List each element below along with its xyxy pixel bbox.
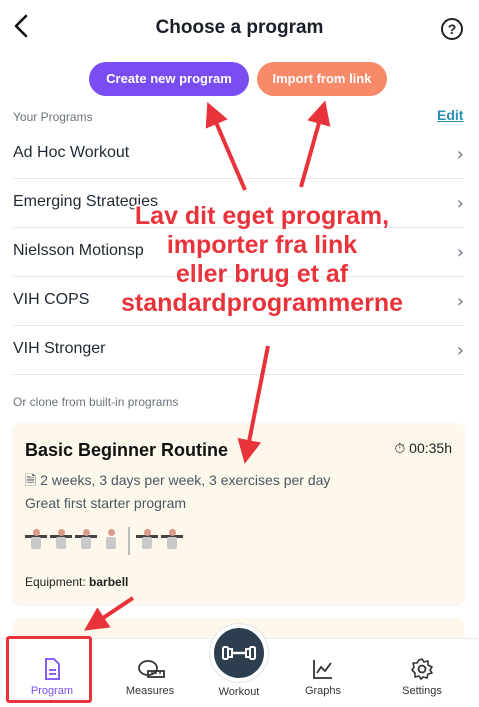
chevron-right-icon: › — [456, 291, 464, 312]
chevron-right-icon: › — [456, 144, 464, 165]
gear-icon — [411, 658, 433, 680]
exercise-thumbnails — [25, 527, 183, 559]
annotation-highlight-box — [6, 636, 92, 703]
duration: ⏱ 00:35h — [394, 440, 452, 457]
annotation-text: Lav dit eget program, importer fra link … — [112, 202, 412, 318]
equipment-label: Equipment: — [25, 575, 86, 589]
tab-measures[interactable]: Measures — [110, 639, 190, 707]
program-meta: 🗎 2 weeks, 3 days per week, 3 exercises … — [25, 470, 330, 494]
equipment-value: barbell — [89, 575, 129, 589]
exercise-thumbnail — [100, 527, 122, 555]
exercise-thumbnail — [161, 527, 183, 555]
stopwatch-icon: ⏱ — [394, 440, 406, 456]
import-from-link-button[interactable]: Import from link — [257, 62, 387, 96]
exercise-thumbnail — [50, 527, 72, 555]
line-chart-icon — [313, 660, 332, 679]
annotation-line: eller brug et af — [175, 260, 349, 288]
measuring-tape-icon — [138, 660, 165, 678]
page-title: Choose a program — [155, 17, 324, 38]
tab-label: Graphs — [304, 685, 342, 697]
builtin-program-card[interactable]: Basic Beginner Routine ⏱ 00:35h 🗎 2 week… — [13, 423, 464, 604]
tab-label: Workout — [218, 686, 260, 698]
chevron-right-icon: › — [456, 340, 464, 361]
program-name: Ad Hoc Workout — [13, 144, 130, 161]
your-programs-label: Your Programs — [13, 110, 93, 124]
help-button[interactable]: ? — [441, 18, 463, 40]
builtin-programs-label: Or clone from built-in programs — [13, 395, 179, 409]
chevron-right-icon: › — [456, 193, 464, 214]
annotation-line: Lav dit eget program, — [134, 202, 390, 230]
divider — [128, 527, 130, 555]
edit-link[interactable]: Edit — [437, 107, 463, 123]
exercise-thumbnail — [75, 527, 97, 555]
program-row[interactable]: Ad Hoc Workout › — [13, 130, 464, 179]
tab-graphs[interactable]: Graphs — [283, 639, 363, 707]
annotation-line: standardprogrammerne — [120, 289, 404, 317]
program-name: VIH Stronger — [13, 340, 106, 357]
create-new-program-button[interactable]: Create new program — [89, 62, 249, 96]
workout-button[interactable] — [210, 624, 268, 682]
dumbbell-icon — [222, 646, 256, 660]
card-title: Basic Beginner Routine — [25, 440, 229, 460]
equipment: Equipment: barbell — [25, 575, 128, 589]
tab-label: Settings — [402, 685, 442, 697]
document-icon: 🗎 — [25, 472, 37, 488]
exercise-thumbnail — [25, 527, 47, 555]
program-row[interactable]: VIH Stronger › — [13, 326, 464, 375]
exercise-thumbnail — [136, 527, 158, 555]
header: Choose a program ? — [0, 0, 479, 60]
tab-settings[interactable]: Settings — [382, 639, 462, 707]
annotation-line: importer fra link — [166, 231, 358, 259]
duration-value: 00:35h — [409, 440, 452, 456]
program-name: VIH COPS — [13, 291, 90, 308]
tab-label: Measures — [125, 685, 175, 697]
program-meta-text: 2 weeks, 3 days per week, 3 exercises pe… — [40, 472, 331, 488]
program-description: Great first starter program — [25, 495, 187, 511]
chevron-right-icon: › — [456, 242, 464, 263]
